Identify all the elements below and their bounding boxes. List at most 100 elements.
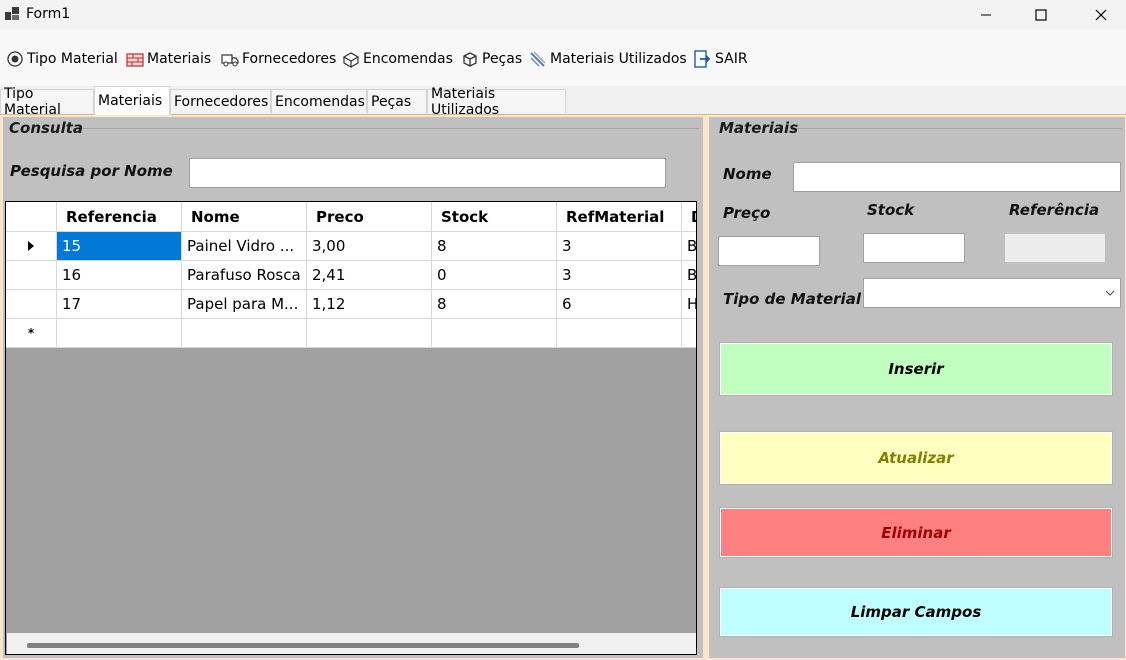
tools-icon	[530, 51, 546, 67]
column-header-nome[interactable]: Nome	[182, 202, 307, 232]
nome-input[interactable]	[793, 162, 1121, 192]
grid-cell[interactable]: 6	[557, 290, 682, 319]
new-row-cell[interactable]	[57, 319, 182, 348]
group-border	[80, 128, 699, 129]
grid-cell[interactable]: H	[682, 290, 696, 319]
column-header-stock[interactable]: Stock	[432, 202, 557, 232]
group-border	[797, 128, 1122, 129]
grid-cell[interactable]: 8	[432, 290, 557, 319]
new-row-header[interactable]: *	[6, 319, 57, 348]
tab-label: Peças	[371, 93, 412, 110]
menu-label: Fornecedores	[242, 51, 337, 67]
tipo-material-select[interactable]	[863, 278, 1121, 308]
tab-label: Fornecedores	[174, 93, 269, 110]
column-header-refmaterial[interactable]: RefMaterial	[557, 202, 682, 232]
grid-cell[interactable]: Painel Vidro ...	[182, 232, 307, 261]
referencia-input	[1004, 233, 1106, 263]
minimize-button[interactable]	[963, 0, 1009, 30]
tab-label: Tipo Material	[4, 85, 61, 118]
maximize-icon	[1035, 9, 1047, 21]
current-row-icon	[28, 241, 34, 251]
tipo-material-label: Tipo de Material	[723, 290, 861, 308]
materiais-title: Materiais	[719, 119, 799, 137]
new-row-cell[interactable]	[557, 319, 682, 348]
grid-cell[interactable]: Parafuso Rosca	[182, 261, 307, 290]
grid-cell[interactable]: B	[682, 261, 696, 290]
menu-item-sair[interactable]: SAIR	[694, 49, 748, 69]
menu-label: SAIR	[715, 51, 748, 67]
row-header[interactable]	[6, 261, 57, 290]
column-header-d[interactable]: D	[682, 202, 696, 232]
close-button[interactable]	[1078, 0, 1124, 30]
grid-cell[interactable]: B	[682, 232, 696, 261]
tab-fornecedores[interactable]: Fornecedores	[170, 89, 271, 113]
grid-cell[interactable]: 0	[432, 261, 557, 290]
window-title: Form1	[26, 6, 71, 22]
new-row-cell[interactable]	[307, 319, 432, 348]
tab-encomendas[interactable]: Encomendas	[271, 89, 367, 113]
app-icon	[5, 7, 19, 20]
menu-label: Materiais Utilizados	[550, 51, 687, 67]
row-header-current[interactable]	[6, 232, 57, 261]
pesquisa-label: Pesquisa por Nome	[10, 162, 173, 180]
menu-label: Tipo Material	[27, 51, 118, 67]
referencia-label: Referência	[1009, 201, 1100, 219]
menu-item-materiais-utilizados[interactable]: Materiais Utilizados	[529, 49, 687, 69]
materiais-grid[interactable]: Referencia Nome Preco Stock RefMaterial …	[5, 201, 697, 655]
tab-materiais-utilizados[interactable]: Materiais Utilizados	[427, 86, 566, 118]
grid-cell[interactable]: 2,41	[307, 261, 432, 290]
horizontal-scrollbar[interactable]	[7, 633, 696, 654]
truck-icon	[221, 54, 239, 67]
grid-cell[interactable]: 8	[432, 232, 557, 261]
title-bar	[0, 0, 1126, 30]
atualizar-button[interactable]: Atualizar	[719, 431, 1113, 485]
tab-label: Materiais Utilizados	[431, 85, 500, 118]
tab-label: Encomendas	[275, 93, 365, 110]
column-header-preco[interactable]: Preco	[307, 202, 432, 232]
preco-input[interactable]	[718, 236, 820, 266]
boxes-icon	[342, 52, 360, 68]
grid-cell[interactable]: 3	[557, 261, 682, 290]
maximize-button[interactable]	[1018, 0, 1064, 30]
cube-icon	[463, 52, 477, 67]
new-row-cell[interactable]	[682, 319, 696, 348]
new-row-cell[interactable]	[432, 319, 557, 348]
menu-item-tipo-material[interactable]: Tipo Material	[6, 49, 118, 69]
limpar-campos-button[interactable]: Limpar Campos	[719, 587, 1113, 637]
grid-cell[interactable]: 3,00	[307, 232, 432, 261]
tab-tipo-material[interactable]: Tipo Material	[0, 86, 94, 118]
row-header[interactable]	[6, 290, 57, 319]
menu-item-materiais[interactable]: Materiais	[126, 49, 211, 69]
menu-item-pecas[interactable]: Peças	[461, 49, 522, 69]
minimize-icon	[981, 14, 991, 16]
grid-cell[interactable]: 16	[57, 261, 182, 290]
column-header-referencia[interactable]: Referencia	[57, 202, 182, 232]
tab-pecas[interactable]: Peças	[367, 89, 427, 113]
pesquisa-input[interactable]	[189, 158, 666, 188]
grid-cell[interactable]: Papel para M...	[182, 290, 307, 319]
scrollbar-thumb[interactable]	[27, 643, 579, 648]
consulta-title: Consulta	[9, 119, 84, 137]
inserir-button[interactable]: Inserir	[719, 342, 1113, 396]
menu-label: Peças	[482, 51, 523, 67]
exit-icon	[694, 50, 711, 68]
radio-icon	[7, 51, 23, 67]
menu-label: Materiais	[147, 51, 212, 67]
grid-cell[interactable]: 1,12	[307, 290, 432, 319]
menu-item-encomendas[interactable]: Encomendas	[342, 49, 453, 69]
nome-label: Nome	[723, 165, 772, 183]
grid-cell[interactable]: 15	[57, 232, 182, 261]
menu-item-fornecedores[interactable]: Fornecedores	[221, 49, 336, 69]
new-row-cell[interactable]	[182, 319, 307, 348]
chevron-down-icon	[1105, 290, 1115, 296]
preco-label: Preço	[723, 204, 771, 222]
grid-cell[interactable]: 3	[557, 232, 682, 261]
tab-materiais[interactable]: Materiais	[94, 86, 170, 115]
grid-cell[interactable]: 17	[57, 290, 182, 319]
grid-corner	[6, 202, 57, 232]
stock-input[interactable]	[863, 233, 965, 263]
tab-label: Materiais	[98, 93, 163, 109]
bricks-icon	[126, 53, 144, 67]
eliminar-button[interactable]: Eliminar	[719, 507, 1113, 558]
stock-label: Stock	[867, 201, 915, 219]
